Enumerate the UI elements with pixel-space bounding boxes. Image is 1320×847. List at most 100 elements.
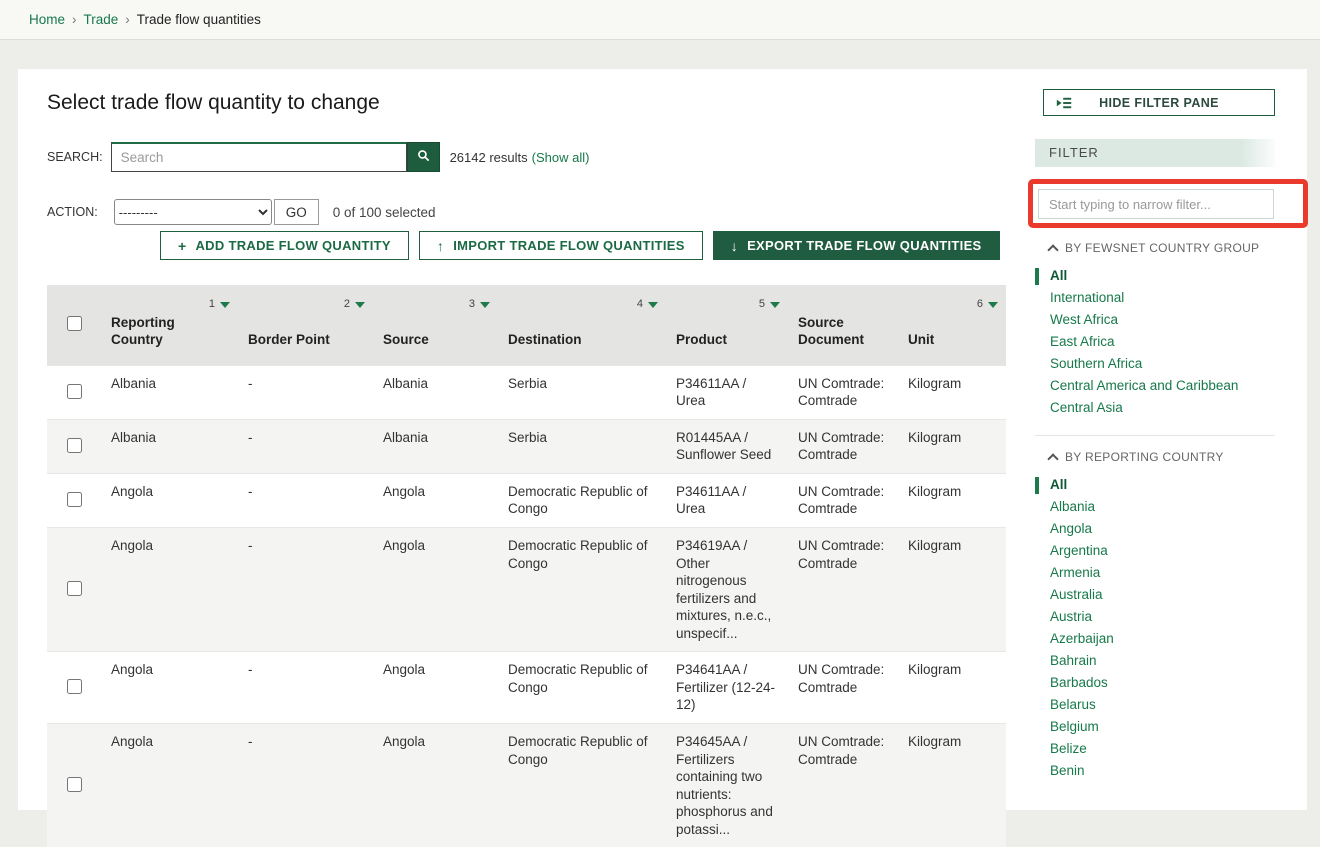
- filter-list: All Albania Angola Argentina Armenia Aus…: [1035, 474, 1275, 782]
- import-trade-flow-quantities-button[interactable]: ↑ IMPORT TRADE FLOW QUANTITIES: [419, 231, 703, 260]
- table-row: Angola - Angola Democratic Republic of C…: [47, 723, 1006, 847]
- toolbar: + ADD TRADE FLOW QUANTITY ↑ IMPORT TRADE…: [160, 231, 1006, 260]
- search-button[interactable]: [407, 142, 440, 172]
- cell-reporting-country: Angola: [101, 528, 238, 652]
- download-arrow-icon: ↓: [731, 238, 738, 254]
- filter-item[interactable]: Belarus: [1050, 694, 1275, 716]
- cell-border-point: -: [238, 419, 373, 473]
- filter-section-header[interactable]: BY FEWSNET COUNTRY GROUP: [1035, 241, 1275, 255]
- column-header-source-document[interactable]: Source Document: [788, 285, 898, 365]
- breadcrumb-trade-link[interactable]: Trade: [84, 12, 119, 27]
- import-button-label: IMPORT TRADE FLOW QUANTITIES: [453, 238, 685, 253]
- row-checkbox[interactable]: [67, 384, 82, 399]
- cell-source-document: UN Comtrade: Comtrade: [788, 723, 898, 847]
- cell-product: P34619AA / Other nitrogenous fertilizers…: [666, 528, 788, 652]
- sort-triangle-icon[interactable]: [480, 302, 490, 308]
- filter-item[interactable]: Albania: [1050, 496, 1275, 518]
- filter-item[interactable]: Barbados: [1050, 672, 1275, 694]
- filter-item[interactable]: West Africa: [1050, 309, 1275, 331]
- action-select[interactable]: ---------: [114, 199, 272, 225]
- sort-badge[interactable]: 1: [209, 298, 230, 312]
- column-header-border-point[interactable]: 2 Border Point: [238, 285, 373, 365]
- cell-source-document: UN Comtrade: Comtrade: [788, 473, 898, 527]
- filter-section-title: BY REPORTING COUNTRY: [1065, 450, 1224, 464]
- row-checkbox[interactable]: [67, 581, 82, 596]
- cell-product: P34645AA / Fertilizers containing two nu…: [666, 723, 788, 847]
- row-checkbox[interactable]: [67, 679, 82, 694]
- hide-filter-pane-button[interactable]: HIDE FILTER PANE: [1043, 89, 1275, 116]
- filter-item[interactable]: Armenia: [1050, 562, 1275, 584]
- sort-triangle-icon[interactable]: [220, 302, 230, 308]
- column-label: Product: [676, 332, 727, 347]
- filter-section-header[interactable]: BY REPORTING COUNTRY: [1035, 450, 1275, 464]
- filter-item[interactable]: Australia: [1050, 584, 1275, 606]
- chevron-up-icon: [1047, 453, 1058, 464]
- filter-item[interactable]: Southern Africa: [1050, 353, 1275, 375]
- breadcrumb-separator: ›: [72, 12, 77, 27]
- add-trade-flow-quantity-button[interactable]: + ADD TRADE FLOW QUANTITY: [160, 231, 409, 260]
- filter-item[interactable]: Angola: [1050, 518, 1275, 540]
- sort-priority: 1: [209, 298, 215, 312]
- search-row: SEARCH: 26142 results (Show all): [47, 142, 1006, 172]
- column-label: Source Document: [798, 315, 864, 347]
- cell-reporting-country: Angola: [101, 723, 238, 847]
- cell-product: P34611AA / Urea: [666, 365, 788, 419]
- sort-badge[interactable]: 2: [344, 298, 365, 312]
- narrow-filter-input[interactable]: [1038, 189, 1274, 219]
- filter-section-reporting-country: BY REPORTING COUNTRY All Albania Angola …: [1035, 435, 1275, 782]
- add-button-label: ADD TRADE FLOW QUANTITY: [195, 238, 390, 253]
- filter-item-all[interactable]: All: [1050, 265, 1275, 287]
- main-card: Select trade flow quantity to change SEA…: [18, 69, 1307, 810]
- results-table: 1 Reporting Country 2 Border Point: [47, 285, 1006, 847]
- sort-badge[interactable]: 5: [759, 298, 780, 312]
- filter-item[interactable]: Azerbaijan: [1050, 628, 1275, 650]
- filter-item[interactable]: East Africa: [1050, 331, 1275, 353]
- column-header-source[interactable]: 3 Source: [373, 285, 498, 365]
- filter-pane: HIDE FILTER PANE FILTER BY FEWSNET COUNT…: [1035, 89, 1275, 782]
- cell-source: Angola: [373, 723, 498, 847]
- filter-item[interactable]: Benin: [1050, 760, 1275, 782]
- cell-source-document: UN Comtrade: Comtrade: [788, 652, 898, 724]
- filter-item-all[interactable]: All: [1050, 474, 1275, 496]
- filter-item[interactable]: Central America and Caribbean: [1050, 375, 1275, 397]
- filter-pane-header: FILTER: [1035, 139, 1275, 167]
- filter-item[interactable]: Bahrain: [1050, 650, 1275, 672]
- row-checkbox[interactable]: [67, 438, 82, 453]
- cell-source: Angola: [373, 473, 498, 527]
- sort-badge[interactable]: 4: [637, 298, 658, 312]
- collapse-pane-icon: [1056, 96, 1072, 113]
- column-header-reporting-country[interactable]: 1 Reporting Country: [101, 285, 238, 365]
- row-checkbox[interactable]: [67, 777, 82, 792]
- sort-triangle-icon[interactable]: [648, 302, 658, 308]
- selection-status: 0 of 100 selected: [333, 205, 436, 220]
- column-header-unit[interactable]: 6 Unit: [898, 285, 1006, 365]
- action-label: ACTION:: [47, 205, 98, 219]
- filter-item[interactable]: Belize: [1050, 738, 1275, 760]
- cell-source-document: UN Comtrade: Comtrade: [788, 419, 898, 473]
- go-button[interactable]: GO: [274, 199, 319, 225]
- search-input[interactable]: [111, 142, 407, 172]
- column-header-product[interactable]: 5 Product: [666, 285, 788, 365]
- filter-item[interactable]: Argentina: [1050, 540, 1275, 562]
- filter-item[interactable]: International: [1050, 287, 1275, 309]
- show-all-link[interactable]: (Show all): [532, 150, 590, 165]
- column-label: Source: [383, 332, 429, 347]
- sort-badge[interactable]: 6: [977, 298, 998, 312]
- sort-triangle-icon[interactable]: [355, 302, 365, 308]
- sort-badge[interactable]: 3: [469, 298, 490, 312]
- filter-item[interactable]: Austria: [1050, 606, 1275, 628]
- select-all-checkbox[interactable]: [67, 316, 82, 331]
- plus-icon: +: [178, 238, 186, 254]
- search-icon: [417, 149, 430, 165]
- cell-border-point: -: [238, 652, 373, 724]
- table-row: Albania - Albania Serbia R01445AA / Sunf…: [47, 419, 1006, 473]
- cell-destination: Serbia: [498, 365, 666, 419]
- row-checkbox[interactable]: [67, 492, 82, 507]
- filter-item[interactable]: Central Asia: [1050, 397, 1275, 419]
- export-trade-flow-quantities-button[interactable]: ↓ EXPORT TRADE FLOW QUANTITIES: [713, 231, 1000, 260]
- breadcrumb-home-link[interactable]: Home: [29, 12, 65, 27]
- column-header-destination[interactable]: 4 Destination: [498, 285, 666, 365]
- sort-triangle-icon[interactable]: [988, 302, 998, 308]
- filter-item[interactable]: Belgium: [1050, 716, 1275, 738]
- sort-triangle-icon[interactable]: [770, 302, 780, 308]
